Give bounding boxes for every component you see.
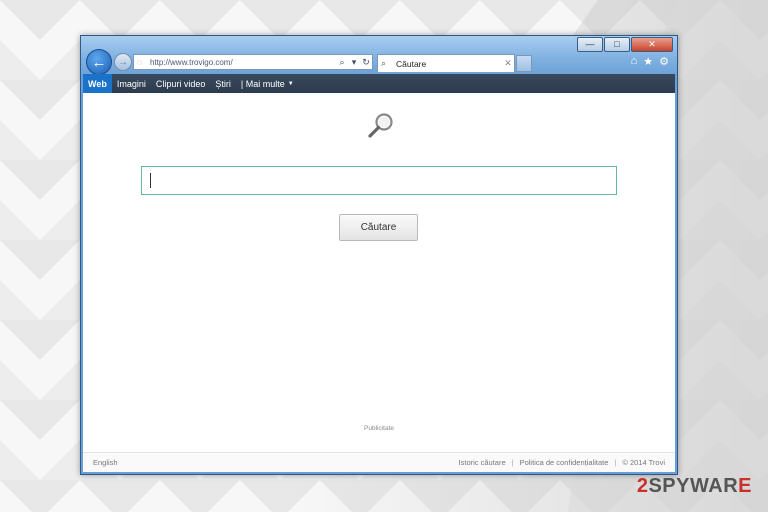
search-category-menu: Web Imagini Clipuri video Știri | Mai mu… [83,74,675,93]
copyright-text: © 2014 Trovi [622,458,665,467]
home-icon[interactable]: ⌂ [631,55,638,68]
footer-divider: | [614,458,617,467]
text-cursor [150,173,151,188]
chevron-down-icon[interactable]: ▾ [348,57,360,68]
search-button[interactable]: Căutare [339,214,418,241]
magnifier-logo-icon [368,113,393,138]
watermark-brand-end: E [738,475,752,497]
page-icon: ◌ [137,57,143,67]
privacy-policy-link[interactable]: Politica de confidențialitate [520,458,609,467]
back-arrow-icon: ← [91,53,107,71]
site-watermark-logo: 2 SPYWAR E [637,475,752,498]
menu-item-images[interactable]: Imagini [112,74,151,93]
footer-links: Istoric căutare | Politica de confidenți… [459,458,665,467]
browser-tools: ⌂ ★ ⚙ [631,55,669,68]
forward-arrow-icon: → [118,56,128,68]
tab-close-icon[interactable]: ✕ [502,58,514,69]
menu-item-videos[interactable]: Clipuri video [151,74,211,93]
menu-item-label: Știri [215,78,231,89]
close-button[interactable]: ✕ [631,37,673,52]
page-footer: English Istoric căutare | Politica de co… [83,452,675,472]
browser-tab[interactable]: ⌕ Căutare ✕ [377,54,515,72]
forward-button[interactable]: → [114,53,132,71]
tab-title: Căutare [396,58,427,69]
address-url[interactable]: http://www.trovigo.com/ [150,58,336,67]
browser-titlebar: — □ ✕ ← → ◌ http://www.trovigo.com/ ⌕ ▾ … [81,36,677,75]
search-history-link[interactable]: Istoric căutare [459,458,506,467]
footer-divider: | [511,458,514,467]
settings-gear-icon[interactable]: ⚙ [659,55,669,68]
watermark-brand: SPYWAR [648,475,739,497]
back-button[interactable]: ← [86,49,112,75]
tab-search-icon: ⌕ [381,58,387,68]
window-controls: — □ ✕ [576,37,673,52]
minimize-button[interactable]: — [577,37,603,52]
language-link[interactable]: English [93,458,118,467]
address-bar[interactable]: ◌ http://www.trovigo.com/ ⌕ ▾ ↻ [133,54,373,70]
favorites-star-icon[interactable]: ★ [643,55,653,68]
menu-item-label: Clipuri video [155,78,206,89]
refresh-icon[interactable]: ↻ [360,57,372,68]
watermark-prefix: 2 [636,475,649,497]
menu-item-news[interactable]: Știri [210,74,236,93]
ad-label: Publicitate [364,425,394,432]
menu-item-web[interactable]: Web [83,74,112,93]
browser-window: — □ ✕ ← → ◌ http://www.trovigo.com/ ⌕ ▾ … [80,35,678,475]
chevron-down-icon: ▼ [287,80,294,87]
menu-item-label: Imagini [116,78,146,89]
menu-item-more[interactable]: | Mai multe ▼ [236,74,299,93]
new-tab-button[interactable] [516,55,532,72]
menu-item-label: Web [88,78,107,89]
page-content: Căutare Publicitate English Istoric căut… [83,93,675,472]
menu-item-label: | Mai multe [240,78,285,89]
search-dropdown-icon[interactable]: ⌕ [336,57,348,68]
maximize-button[interactable]: □ [604,37,630,52]
search-input[interactable] [141,166,617,195]
